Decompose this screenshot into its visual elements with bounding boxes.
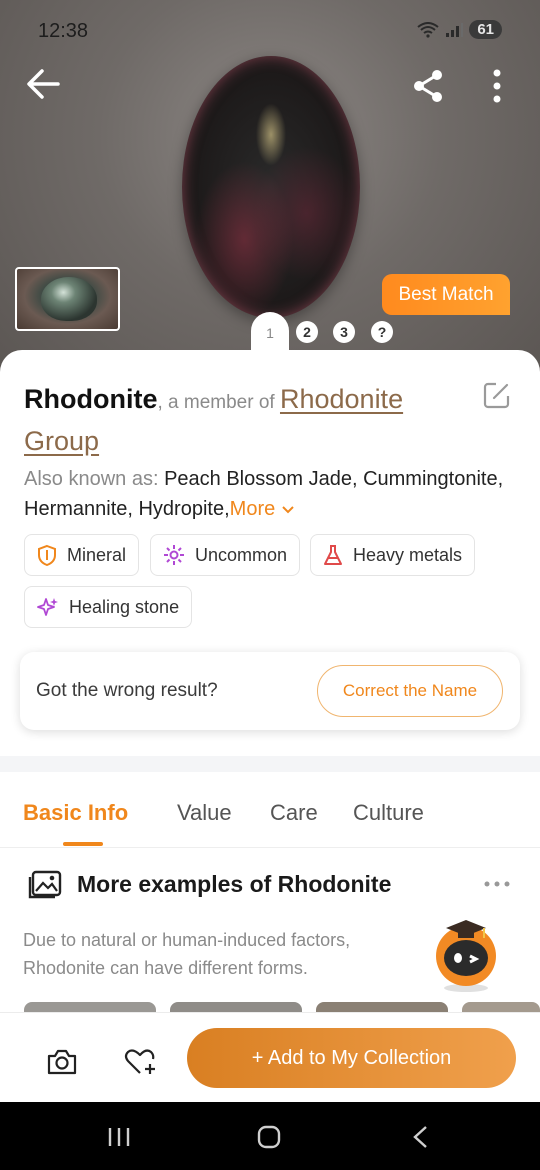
tag-mineral[interactable]: Mineral xyxy=(24,534,140,576)
more-examples-description: Due to natural or human-induced factors,… xyxy=(23,930,351,978)
chevron-down-icon xyxy=(282,506,294,514)
species-name: Rhodonite xyxy=(24,384,158,414)
tag-healing-stone[interactable]: Healing stone xyxy=(24,586,193,628)
example-thumbnail[interactable] xyxy=(170,1002,302,1012)
flask-icon xyxy=(324,545,342,565)
sparkle-icon xyxy=(164,545,184,565)
correct-name-button[interactable]: Correct the Name xyxy=(317,665,503,717)
image-tab-help[interactable]: ? xyxy=(371,321,393,343)
active-tab-indicator xyxy=(63,842,103,846)
heart-add-icon[interactable] xyxy=(124,1047,158,1077)
back-nav-icon[interactable] xyxy=(406,1124,436,1150)
best-match-badge: Best Match xyxy=(382,274,510,315)
section-divider xyxy=(0,756,540,772)
mascot-assistant-icon[interactable] xyxy=(424,910,508,994)
system-nav-bar xyxy=(0,1102,540,1170)
example-thumbnail[interactable] xyxy=(24,1002,156,1012)
tab-culture[interactable]: Culture xyxy=(353,800,424,826)
also-known-label: Also known as: xyxy=(24,468,165,490)
edit-icon[interactable] xyxy=(482,380,512,410)
add-to-collection-button[interactable]: + Add to My Collection xyxy=(187,1028,516,1088)
shield-icon xyxy=(38,544,56,566)
wifi-icon xyxy=(417,21,439,38)
stars-icon xyxy=(37,598,58,616)
bottom-action-bar: + Add to My Collection xyxy=(0,1012,540,1102)
example-thumbnail[interactable] xyxy=(462,1002,540,1012)
tab-care[interactable]: Care xyxy=(270,800,318,826)
status-time: 12:38 xyxy=(38,20,89,42)
system-icons: 61 xyxy=(417,20,502,39)
tab-basic-info[interactable]: Basic Info xyxy=(23,800,128,826)
share-icon[interactable] xyxy=(408,66,448,106)
more-examples-title: More examples of Rhodonite xyxy=(77,871,392,897)
also-known-as: Also known as: Peach Blossom Jade, Cummi… xyxy=(24,464,524,524)
wrong-result-card: Got the wrong result? Correct the Name xyxy=(20,652,520,730)
tag-heavy-metals[interactable]: Heavy metals xyxy=(310,534,476,576)
identification-title: Rhodonite, a member of Rhodonite Group xyxy=(24,380,464,461)
status-bar: 12:38 61 xyxy=(0,0,540,62)
back-arrow-icon[interactable] xyxy=(24,66,64,102)
signal-icon xyxy=(446,22,464,37)
example-thumbnail[interactable] xyxy=(316,1002,448,1012)
result-sheet: Rhodonite, a member of Rhodonite Group A… xyxy=(0,350,540,1110)
info-tabs: Basic Info Value Care Culture xyxy=(0,772,540,848)
tag-uncommon[interactable]: Uncommon xyxy=(150,534,301,576)
home-icon[interactable] xyxy=(254,1124,284,1150)
more-horizontal-icon[interactable] xyxy=(483,876,513,892)
image-tab-2[interactable]: 2 xyxy=(296,321,318,343)
image-tab-3[interactable]: 3 xyxy=(333,321,355,343)
specimen-photo xyxy=(182,56,360,318)
more-vertical-icon[interactable] xyxy=(485,66,509,106)
more-link[interactable]: More xyxy=(230,498,295,520)
camera-icon[interactable] xyxy=(46,1047,78,1077)
recent-apps-icon[interactable] xyxy=(104,1124,134,1150)
member-of-text: , a member of xyxy=(157,392,280,413)
tab-value[interactable]: Value xyxy=(177,800,232,826)
gallery-icon xyxy=(28,870,62,899)
wrong-result-prompt: Got the wrong result? xyxy=(36,680,218,701)
battery-indicator: 61 xyxy=(469,20,502,39)
